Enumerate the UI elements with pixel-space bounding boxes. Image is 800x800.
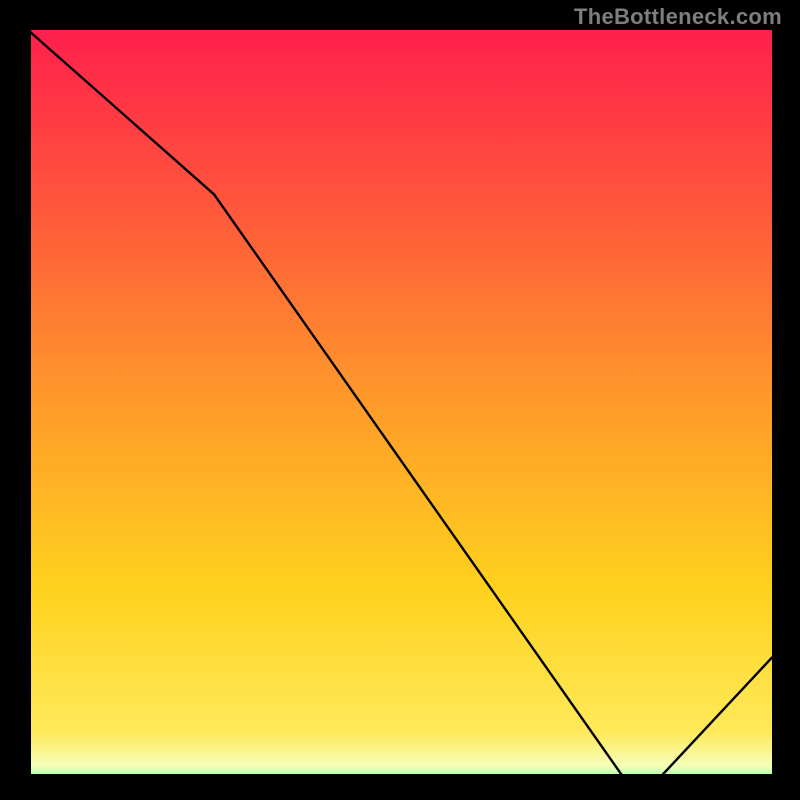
bottleneck-line bbox=[25, 30, 775, 780]
watermark-text: TheBottleneck.com bbox=[574, 4, 782, 30]
plot-area bbox=[25, 30, 775, 780]
